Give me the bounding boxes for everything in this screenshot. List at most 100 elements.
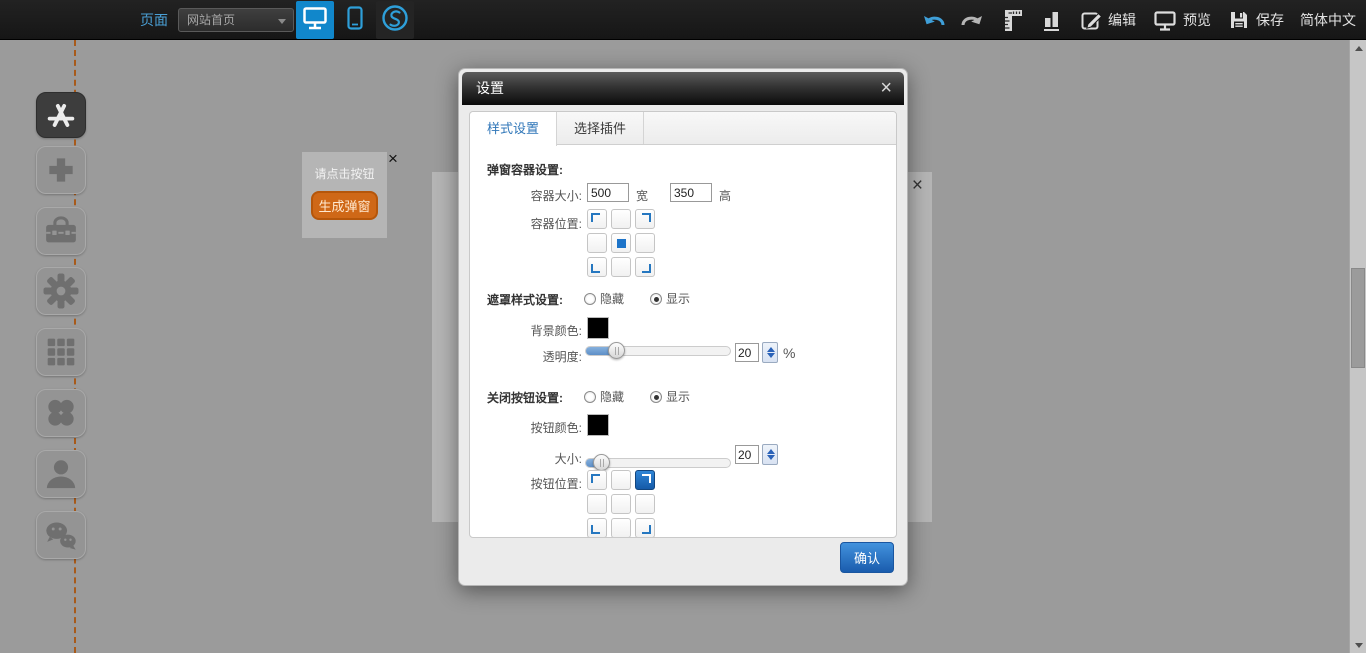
container-size-label: 容器大小: (470, 187, 582, 204)
container-height-input[interactable] (670, 183, 712, 202)
mask-hide-option[interactable]: 隐藏 (584, 290, 624, 307)
btn-size-label: 大小: (470, 450, 582, 467)
container-width-input[interactable] (587, 183, 629, 202)
pos-cell-right[interactable] (635, 233, 655, 253)
app-design-icon (39, 95, 83, 135)
opacity-slider[interactable] (585, 346, 731, 356)
page-scrollbar[interactable] (1349, 40, 1366, 653)
corner-top-left-icon (591, 213, 600, 222)
sidebar-item-wechat[interactable] (36, 511, 86, 559)
pos-cell-bottom-right[interactable] (635, 257, 655, 277)
btn-size-slider-handle[interactable] (593, 454, 610, 471)
edit-button[interactable]: 编辑 (1079, 8, 1136, 32)
bg-color-swatch[interactable] (587, 317, 609, 339)
btnpos-cell-left[interactable] (587, 494, 607, 514)
scrollbar-thumb[interactable] (1351, 268, 1365, 368)
opacity-spinner[interactable] (762, 342, 778, 363)
dialog-panel: 样式设置 选择插件 弹窗容器设置: 容器大小: 宽 高 容器位置: (469, 111, 897, 538)
radio-unchecked-icon[interactable] (584, 391, 596, 403)
tab-choose-plugin[interactable]: 选择插件 (557, 112, 644, 144)
btnpos-cell-bottom[interactable] (611, 518, 631, 537)
widget-close-icon[interactable]: × (388, 150, 398, 167)
bg-color-label: 背景颜色: (470, 322, 582, 339)
bar-chart-icon (1041, 8, 1063, 32)
top-toolbar: 页面 网站首页 编辑 预览 保存 简体中文 (0, 0, 1366, 40)
preview-button[interactable]: 预览 (1152, 8, 1211, 32)
spinner-down-icon[interactable] (767, 455, 775, 460)
sidebar-item-modules[interactable] (36, 328, 86, 376)
sidebar-item-settings[interactable] (36, 267, 86, 315)
radio-unchecked-icon[interactable] (584, 293, 596, 305)
scroll-down-button[interactable] (1350, 637, 1366, 653)
dialog-form: 弹窗容器设置: 容器大小: 宽 高 容器位置: 遮罩样式设置: (470, 145, 896, 537)
sidebar-item-toolbox[interactable] (36, 207, 86, 255)
closebtn-show-option[interactable]: 显示 (650, 388, 690, 405)
tab-style-settings[interactable]: 样式设置 (470, 112, 557, 146)
scroll-up-button[interactable] (1350, 40, 1366, 56)
sidebar-item-widgets[interactable] (36, 389, 86, 437)
radio-checked-icon[interactable] (650, 293, 662, 305)
sidebar-item-add[interactable] (36, 146, 86, 194)
align-chart-button[interactable] (1041, 8, 1063, 32)
spinner-up-icon[interactable] (767, 449, 775, 454)
dialog-title: 设置 (476, 72, 504, 105)
opacity-label: 透明度: (470, 348, 582, 365)
page-select[interactable]: 网站首页 (178, 8, 294, 32)
popup-trigger-widget[interactable]: 请点击按钮 生成弹窗 (302, 152, 387, 238)
section-close-btn-heading: 关闭按钮设置: (487, 389, 563, 406)
ruler-icon (1001, 7, 1025, 33)
mobile-view-button[interactable] (340, 1, 370, 39)
btnpos-cell-right[interactable] (635, 494, 655, 514)
pos-cell-bottom[interactable] (611, 257, 631, 277)
undo-button[interactable] (921, 9, 945, 31)
link-circle-button[interactable] (376, 1, 414, 39)
opacity-slider-handle[interactable] (608, 342, 625, 359)
corner-top-right-icon (642, 213, 651, 222)
mobile-icon (343, 4, 367, 37)
btnpos-cell-bottom-right[interactable] (635, 518, 655, 537)
spinner-up-icon[interactable] (767, 347, 775, 352)
user-icon (41, 454, 81, 494)
generate-popup-button[interactable]: 生成弹窗 (311, 191, 378, 220)
spinner-down-icon[interactable] (767, 353, 775, 358)
desktop-view-button[interactable] (296, 1, 334, 39)
dialog-close-icon[interactable]: × (880, 77, 892, 99)
pos-cell-top[interactable] (611, 209, 631, 229)
pos-cell-top-left[interactable] (587, 209, 607, 229)
container-position-grid (587, 209, 655, 277)
language-switcher[interactable]: 简体中文 (1300, 10, 1356, 30)
btn-size-spinner[interactable] (762, 444, 778, 465)
pos-cell-left[interactable] (587, 233, 607, 253)
btn-size-value-input[interactable] (735, 445, 759, 464)
edit-icon (1079, 8, 1103, 32)
mask-show-option[interactable]: 显示 (650, 290, 690, 307)
pos-cell-bottom-left[interactable] (587, 257, 607, 277)
button-position-grid (587, 470, 655, 537)
redo-button[interactable] (961, 9, 985, 31)
opacity-value-input[interactable] (735, 343, 759, 362)
pos-cell-top-right[interactable] (635, 209, 655, 229)
btnpos-cell-center[interactable] (611, 494, 631, 514)
preview-close-icon[interactable]: × (912, 176, 923, 195)
opacity-unit-label: % (783, 345, 795, 361)
dialog-tabbar: 样式设置 选择插件 (470, 112, 896, 145)
btnpos-cell-top[interactable] (611, 470, 631, 490)
btn-size-slider[interactable] (585, 458, 731, 468)
btnpos-cell-bottom-left[interactable] (587, 518, 607, 537)
confirm-button[interactable]: 确认 (840, 542, 894, 573)
closebtn-hide-option[interactable]: 隐藏 (584, 388, 624, 405)
sidebar-item-user[interactable] (36, 450, 86, 498)
btn-color-swatch[interactable] (587, 414, 609, 436)
pos-cell-center[interactable] (611, 233, 631, 253)
corner-bottom-right-icon (642, 264, 651, 273)
btnpos-cell-top-right-selected[interactable] (635, 470, 655, 490)
btnpos-cell-top-left[interactable] (587, 470, 607, 490)
dialog-header[interactable]: 设置 × (462, 72, 904, 105)
radio-checked-icon[interactable] (650, 391, 662, 403)
save-icon (1227, 8, 1251, 32)
ruler-button[interactable] (1001, 7, 1025, 33)
save-button[interactable]: 保存 (1227, 8, 1284, 32)
center-square-icon (617, 239, 626, 248)
widget-prompt-text: 请点击按钮 (302, 152, 387, 182)
sidebar-item-design[interactable] (36, 92, 86, 138)
